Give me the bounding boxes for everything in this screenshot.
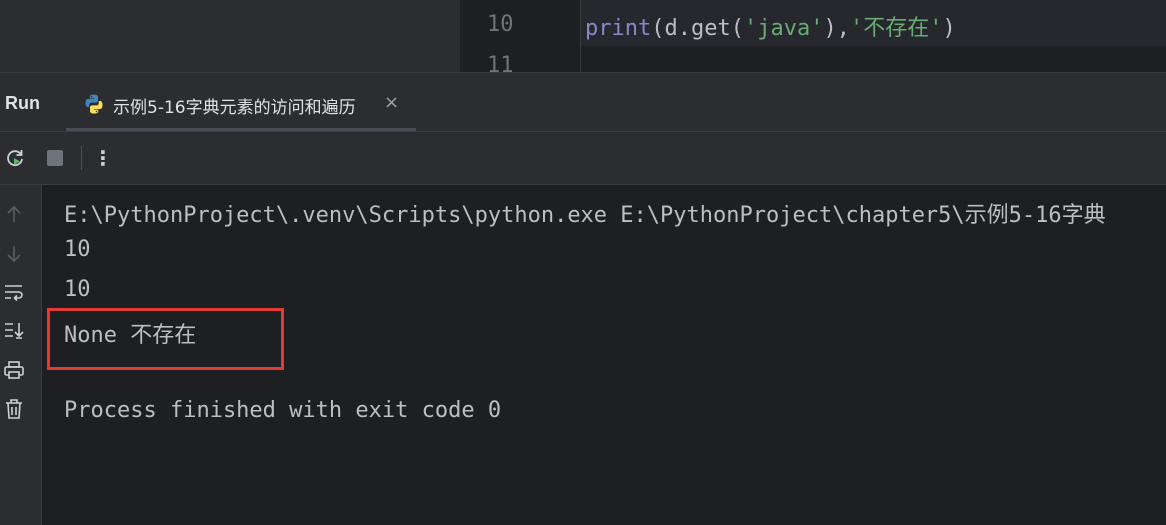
scroll-up-icon[interactable] bbox=[3, 203, 25, 225]
active-tab-indicator bbox=[66, 128, 416, 131]
run-tool-window-header: Run 示例5-16字典元素的访问和遍历 × bbox=[0, 72, 1166, 132]
code-token-string: '不存在' bbox=[849, 16, 943, 41]
scroll-to-end-icon[interactable] bbox=[3, 319, 25, 341]
code-token-method: get bbox=[690, 16, 731, 41]
close-icon[interactable]: × bbox=[384, 92, 399, 113]
console-output-line: 10 bbox=[64, 277, 91, 302]
run-tab-title: 示例5-16字典元素的访问和遍历 bbox=[113, 98, 356, 118]
code-line[interactable]: print(d.get('java'),'不存在') bbox=[585, 10, 956, 42]
editor-side-panel bbox=[0, 0, 460, 72]
stop-icon[interactable] bbox=[43, 146, 67, 170]
console-output[interactable]: E:\PythonProject\.venv\Scripts\python.ex… bbox=[42, 185, 1166, 525]
code-token: ) bbox=[942, 16, 956, 41]
trash-icon[interactable] bbox=[3, 398, 25, 420]
more-options-icon[interactable]: ⋮ bbox=[91, 146, 115, 170]
console-side-toolbar bbox=[0, 185, 42, 525]
annotation-highlight-box bbox=[47, 308, 284, 370]
console-output-line: 10 bbox=[64, 237, 91, 262]
code-token-string: 'java' bbox=[743, 16, 824, 41]
editor-area: 10 11 print(d.get('java'),'不存在') bbox=[0, 0, 1166, 78]
toolbar-divider bbox=[81, 146, 82, 170]
code-token: ), bbox=[823, 16, 850, 41]
python-icon bbox=[83, 93, 105, 115]
run-panel-title: Run bbox=[5, 93, 40, 113]
run-config-tab[interactable]: 示例5-16字典元素的访问和遍历 × bbox=[66, 73, 416, 131]
print-icon[interactable] bbox=[3, 359, 25, 381]
code-token: ( bbox=[730, 16, 744, 41]
line-number: 10 bbox=[487, 12, 514, 37]
code-token-builtin: print bbox=[585, 16, 652, 41]
scroll-down-icon[interactable] bbox=[3, 243, 25, 265]
console-command-line: E:\PythonProject\.venv\Scripts\python.ex… bbox=[64, 203, 1106, 228]
run-toolbar: ⋮ bbox=[0, 132, 1166, 185]
code-token: (d. bbox=[651, 16, 691, 41]
process-exit-message: Process finished with exit code 0 bbox=[64, 398, 502, 423]
line-number-gutter: 10 11 bbox=[460, 0, 581, 78]
rerun-icon[interactable] bbox=[3, 146, 27, 170]
soft-wrap-icon[interactable] bbox=[3, 281, 25, 303]
